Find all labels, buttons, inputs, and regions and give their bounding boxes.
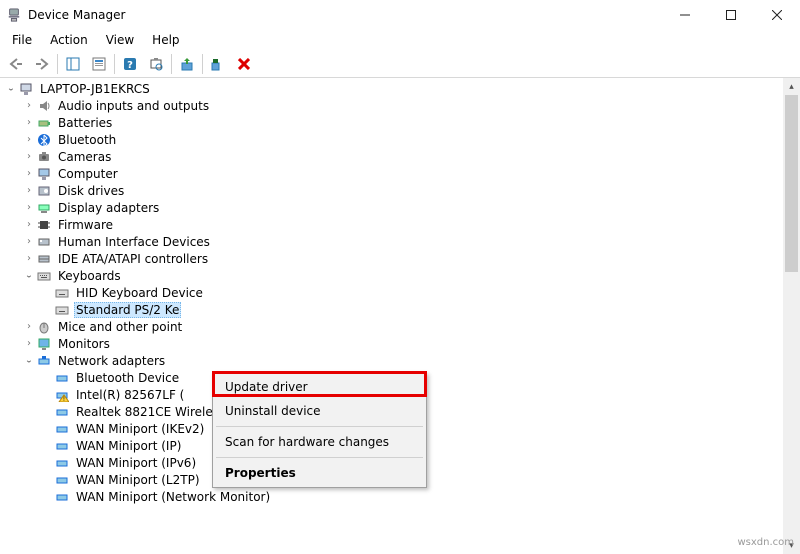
network-adapter-icon bbox=[54, 489, 70, 505]
bluetooth-icon bbox=[36, 132, 52, 148]
network-icon bbox=[36, 353, 52, 369]
expand-toggle[interactable] bbox=[22, 151, 36, 162]
keyboard-icon bbox=[54, 285, 70, 301]
battery-icon bbox=[36, 115, 52, 131]
disk-icon bbox=[36, 183, 52, 199]
mouse-icon bbox=[36, 319, 52, 335]
expand-toggle[interactable] bbox=[22, 219, 36, 230]
category-bluetooth[interactable]: Bluetooth bbox=[4, 131, 800, 148]
svg-text:!: ! bbox=[63, 396, 65, 402]
window-controls bbox=[662, 0, 800, 30]
camera-icon bbox=[36, 149, 52, 165]
category-mice[interactable]: Mice and other point bbox=[4, 318, 800, 335]
root-label: LAPTOP-JB1EKRCS bbox=[38, 82, 152, 96]
maximize-button[interactable] bbox=[708, 0, 754, 30]
context-uninstall-device[interactable]: Uninstall device bbox=[215, 399, 424, 423]
show-hide-tree-button[interactable] bbox=[61, 53, 85, 75]
display-icon bbox=[36, 200, 52, 216]
expand-toggle[interactable] bbox=[22, 270, 36, 281]
context-separator bbox=[216, 426, 423, 427]
scroll-thumb[interactable] bbox=[785, 95, 798, 272]
category-network[interactable]: Network adapters bbox=[4, 352, 800, 369]
context-scan-hardware[interactable]: Scan for hardware changes bbox=[215, 430, 424, 454]
expand-toggle[interactable] bbox=[22, 100, 36, 111]
expand-toggle[interactable] bbox=[22, 202, 36, 213]
scroll-up-button[interactable]: ▴ bbox=[783, 78, 800, 95]
network-adapter-icon bbox=[54, 472, 70, 488]
computer-icon bbox=[36, 166, 52, 182]
category-keyboards[interactable]: Keyboards bbox=[4, 267, 800, 284]
remove-toolbar-button[interactable] bbox=[232, 53, 256, 75]
expand-toggle[interactable] bbox=[22, 253, 36, 264]
category-firmware[interactable]: Firmware bbox=[4, 216, 800, 233]
device-hid-keyboard[interactable]: HID Keyboard Device bbox=[4, 284, 800, 301]
toolbar-separator bbox=[171, 54, 172, 74]
network-adapter-warning-icon: ! bbox=[54, 387, 70, 403]
category-batteries[interactable]: Batteries bbox=[4, 114, 800, 131]
network-adapter-icon bbox=[54, 438, 70, 454]
category-monitors[interactable]: Monitors bbox=[4, 335, 800, 352]
scan-button[interactable] bbox=[144, 53, 168, 75]
menu-view[interactable]: View bbox=[98, 31, 142, 49]
computer-icon bbox=[18, 81, 34, 97]
menu-file[interactable]: File bbox=[4, 31, 40, 49]
toolbar-separator bbox=[57, 54, 58, 74]
uninstall-toolbar-button[interactable] bbox=[206, 53, 230, 75]
keyboard-icon bbox=[54, 302, 70, 318]
context-properties[interactable]: Properties bbox=[215, 461, 424, 485]
device-ps2-keyboard[interactable]: Standard PS/2 Ke bbox=[4, 301, 800, 318]
toolbar-separator bbox=[202, 54, 203, 74]
menubar: File Action View Help bbox=[0, 30, 800, 50]
help-button[interactable]: ? bbox=[118, 53, 142, 75]
category-ide[interactable]: IDE ATA/ATAPI controllers bbox=[4, 250, 800, 267]
tree-root[interactable]: LAPTOP-JB1EKRCS bbox=[4, 80, 800, 97]
category-display-adapters[interactable]: Display adapters bbox=[4, 199, 800, 216]
expand-toggle[interactable] bbox=[22, 185, 36, 196]
context-separator bbox=[216, 457, 423, 458]
category-hid[interactable]: Human Interface Devices bbox=[4, 233, 800, 250]
menu-action[interactable]: Action bbox=[42, 31, 96, 49]
network-adapter-icon bbox=[54, 404, 70, 420]
keyboard-icon bbox=[36, 268, 52, 284]
network-adapter-icon bbox=[54, 370, 70, 386]
category-disk-drives[interactable]: Disk drives bbox=[4, 182, 800, 199]
chip-icon bbox=[36, 217, 52, 233]
category-audio[interactable]: Audio inputs and outputs bbox=[4, 97, 800, 114]
window-title: Device Manager bbox=[28, 8, 662, 22]
context-update-driver[interactable]: Update driver bbox=[215, 375, 424, 399]
ide-icon bbox=[36, 251, 52, 267]
back-button[interactable] bbox=[4, 53, 28, 75]
properties-button[interactable] bbox=[87, 53, 111, 75]
expand-toggle[interactable] bbox=[22, 236, 36, 247]
scroll-track[interactable] bbox=[783, 95, 800, 537]
expand-toggle[interactable] bbox=[22, 321, 36, 332]
network-adapter-icon bbox=[54, 455, 70, 471]
context-menu: Update driver Uninstall device Scan for … bbox=[212, 372, 427, 488]
speaker-icon bbox=[36, 98, 52, 114]
app-icon bbox=[6, 7, 22, 23]
device-wan-netmon[interactable]: WAN Miniport (Network Monitor) bbox=[4, 488, 800, 505]
svg-text:?: ? bbox=[127, 60, 133, 71]
toolbar-separator bbox=[114, 54, 115, 74]
expand-toggle[interactable] bbox=[22, 134, 36, 145]
expand-toggle[interactable] bbox=[22, 338, 36, 349]
category-cameras[interactable]: Cameras bbox=[4, 148, 800, 165]
titlebar: Device Manager bbox=[0, 0, 800, 30]
menu-help[interactable]: Help bbox=[144, 31, 187, 49]
expand-toggle[interactable] bbox=[22, 168, 36, 179]
close-button[interactable] bbox=[754, 0, 800, 30]
expand-toggle[interactable] bbox=[22, 117, 36, 128]
category-computer[interactable]: Computer bbox=[4, 165, 800, 182]
forward-button[interactable] bbox=[30, 53, 54, 75]
hid-icon bbox=[36, 234, 52, 250]
monitor-icon bbox=[36, 336, 52, 352]
expand-toggle[interactable] bbox=[22, 355, 36, 366]
toolbar: ? bbox=[0, 50, 800, 78]
watermark: wsxdn.com bbox=[737, 537, 794, 548]
network-adapter-icon bbox=[54, 421, 70, 437]
minimize-button[interactable] bbox=[662, 0, 708, 30]
expand-toggle[interactable] bbox=[4, 83, 18, 94]
update-driver-toolbar-button[interactable] bbox=[175, 53, 199, 75]
vertical-scrollbar[interactable]: ▴ ▾ bbox=[783, 78, 800, 554]
